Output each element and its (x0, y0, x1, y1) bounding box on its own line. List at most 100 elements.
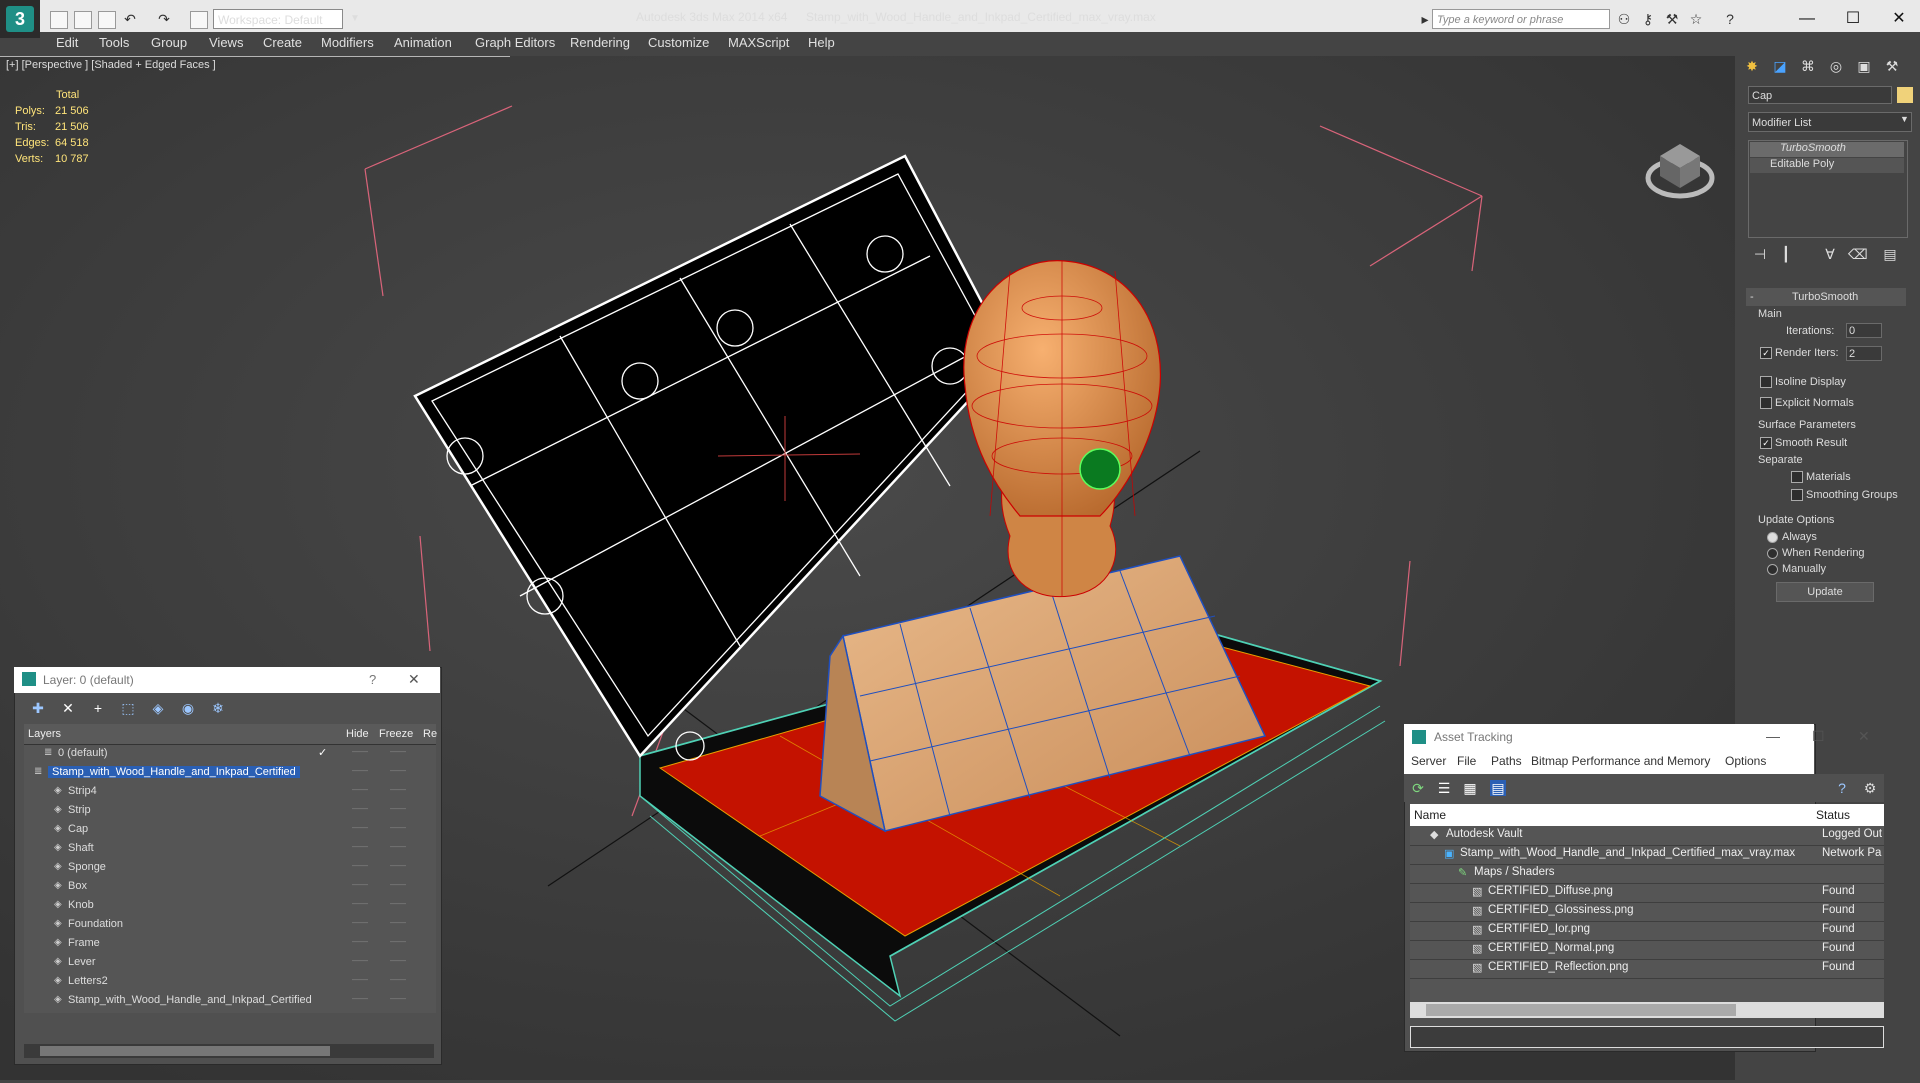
layer-row[interactable]: ◈ Lever —— —— (24, 954, 436, 973)
hide-toggle[interactable]: —— (352, 937, 368, 946)
layer-row[interactable]: ◈ Strip —— —— (24, 802, 436, 821)
project-folder-icon[interactable] (190, 11, 208, 29)
manually-radio[interactable] (1767, 564, 1778, 575)
menu-modifiers[interactable]: Modifiers (321, 35, 374, 50)
menu-graph-editors[interactable]: Graph Editors (475, 35, 555, 50)
save-file-icon[interactable] (98, 11, 116, 29)
pin-stack-icon[interactable]: ⊣ (1752, 246, 1768, 262)
menu-customize[interactable]: Customize (648, 35, 709, 50)
show-end-result-icon[interactable]: ┃ (1778, 246, 1794, 262)
hide-toggle[interactable]: —— (352, 956, 368, 965)
binoculars-icon[interactable]: ⚇ (1616, 11, 1632, 27)
smoothing-groups-checkbox[interactable] (1791, 489, 1803, 501)
layer-row[interactable]: ◈ Cap —— —— (24, 821, 436, 840)
smooth-result-checkbox[interactable]: ✓ (1760, 437, 1772, 449)
stack-item-turbosmooth[interactable]: TurboSmooth (1750, 142, 1904, 157)
hide-toggle[interactable]: —— (352, 899, 368, 908)
display-tab-icon[interactable]: ▣ (1856, 58, 1872, 74)
search-input[interactable]: Type a keyword or phrase (1432, 9, 1610, 29)
layer-row[interactable]: ◈ Strip4 —— —— (24, 783, 436, 802)
hide-toggle[interactable]: —— (352, 766, 368, 775)
current-layer-check-icon[interactable]: ✓ (318, 746, 327, 759)
hide-toggle[interactable]: —— (352, 880, 368, 889)
menu-help[interactable]: Help (808, 35, 835, 50)
iterations-spinner[interactable]: 0 (1846, 323, 1882, 338)
chevron-down-icon[interactable]: ▼ (350, 11, 362, 27)
menu-tools[interactable]: Tools (99, 35, 129, 50)
update-button[interactable]: Update (1776, 582, 1874, 602)
layer-help-button[interactable]: ? (369, 672, 376, 687)
freeze-toggle[interactable]: —— (390, 975, 406, 984)
asset-close-button[interactable]: ✕ (1858, 728, 1870, 745)
list-view-icon[interactable]: ☰ (1436, 780, 1452, 796)
render-iters-checkbox[interactable]: ✓ (1760, 347, 1772, 359)
freeze-toggle[interactable]: —— (390, 785, 406, 794)
freeze-toggle[interactable]: —— (390, 918, 406, 927)
redo-icon[interactable]: ↷ (156, 11, 172, 27)
menu-group[interactable]: Group (151, 35, 187, 50)
create-layer-icon[interactable]: ✚ (30, 700, 46, 716)
select-objects-icon[interactable]: ⬚ (120, 700, 136, 716)
undo-icon[interactable]: ↶ (122, 11, 138, 27)
asset-menu-paths[interactable]: Paths (1491, 754, 1522, 768)
freeze-toggle[interactable]: —— (390, 899, 406, 908)
rollout-collapse-icon[interactable]: - (1750, 291, 1754, 303)
asset-row[interactable]: ▧ CERTIFIED_Ior.png Found (1410, 921, 1884, 941)
hide-toggle[interactable]: —— (352, 747, 368, 756)
freeze-toggle[interactable]: —— (390, 842, 406, 851)
object-color-swatch[interactable] (1897, 87, 1913, 103)
maximize-button[interactable]: ☐ (1830, 6, 1876, 32)
col-layers[interactable]: Layers (28, 728, 61, 740)
freeze-toggle[interactable]: —— (390, 937, 406, 946)
freeze-layers-icon[interactable]: ❄ (210, 700, 226, 716)
freeze-toggle[interactable]: —— (390, 766, 406, 775)
asset-row[interactable]: ▧ CERTIFIED_Reflection.png Found (1410, 959, 1884, 979)
object-name-field[interactable]: Cap (1748, 86, 1892, 104)
asset-menu-options[interactable]: Options (1725, 754, 1766, 768)
table-view-icon[interactable]: ▤ (1490, 780, 1506, 796)
asset-row[interactable]: ◆ Autodesk Vault Logged Out (1410, 826, 1884, 846)
asset-row[interactable]: ▧ CERTIFIED_Diffuse.png Found (1410, 883, 1884, 903)
layer-row[interactable]: ◈ Stamp_with_Wood_Handle_and_Inkpad_Certi… (24, 992, 436, 1011)
layer-row[interactable]: ≣ Stamp_with_Wood_Handle_and_Inkpad_Certi… (24, 764, 436, 783)
chevron-down-icon[interactable]: ▼ (1900, 114, 1909, 124)
asset-menu-bitmap-performance[interactable]: Bitmap Performance and Memory (1531, 754, 1710, 768)
configure-sets-icon[interactable]: ▤ (1882, 246, 1898, 262)
remove-modifier-icon[interactable]: ⌫ (1848, 246, 1868, 262)
hide-toggle[interactable]: —— (352, 804, 368, 813)
favorites-star-icon[interactable]: ☆ (1688, 11, 1704, 27)
asset-help-icon[interactable]: ? (1834, 780, 1850, 796)
hierarchy-tab-icon[interactable]: ⌘ (1800, 58, 1816, 74)
asset-row[interactable]: ▧ CERTIFIED_Normal.png Found (1410, 940, 1884, 960)
thumbnail-view-icon[interactable]: ▦ (1462, 780, 1478, 796)
render-iters-spinner[interactable]: 2 (1846, 346, 1882, 361)
hide-toggle[interactable]: —— (352, 994, 368, 1003)
layer-row[interactable]: ◈ Frame —— —— (24, 935, 436, 954)
freeze-toggle[interactable]: —— (390, 804, 406, 813)
minimize-button[interactable]: — (1784, 6, 1830, 32)
layer-row[interactable]: ◈ Letters2 —— —— (24, 973, 436, 992)
stack-item-editable-poly[interactable]: Editable Poly (1750, 158, 1904, 173)
always-radio[interactable] (1767, 532, 1778, 543)
make-unique-icon[interactable]: ∀ (1822, 246, 1838, 262)
close-button[interactable]: ✕ (1876, 6, 1920, 32)
subscription-icon[interactable]: ⚒ (1664, 11, 1680, 27)
freeze-toggle[interactable]: —— (390, 823, 406, 832)
col-hide[interactable]: Hide (346, 728, 369, 740)
hide-toggle[interactable]: —— (352, 785, 368, 794)
viewport-label[interactable]: [+] [Perspective ] [Shaded + Edged Faces… (6, 59, 216, 71)
freeze-toggle[interactable]: —— (390, 994, 406, 1003)
asset-menu-server[interactable]: Server (1411, 754, 1446, 768)
add-to-layer-icon[interactable]: + (90, 700, 106, 716)
menu-views[interactable]: Views (209, 35, 243, 50)
col-name[interactable]: Name (1414, 808, 1446, 822)
col-status[interactable]: Status (1816, 808, 1850, 822)
asset-maximize-button[interactable]: ☐ (1812, 728, 1825, 745)
layer-row[interactable]: ◈ Foundation —— —— (24, 916, 436, 935)
hide-toggle[interactable]: —— (352, 975, 368, 984)
layer-row[interactable]: ◈ Shaft —— —— (24, 840, 436, 859)
asset-minimize-button[interactable]: — (1766, 728, 1780, 744)
open-file-icon[interactable] (74, 11, 92, 29)
asset-menu-file[interactable]: File (1457, 754, 1476, 768)
freeze-toggle[interactable]: —— (390, 861, 406, 870)
